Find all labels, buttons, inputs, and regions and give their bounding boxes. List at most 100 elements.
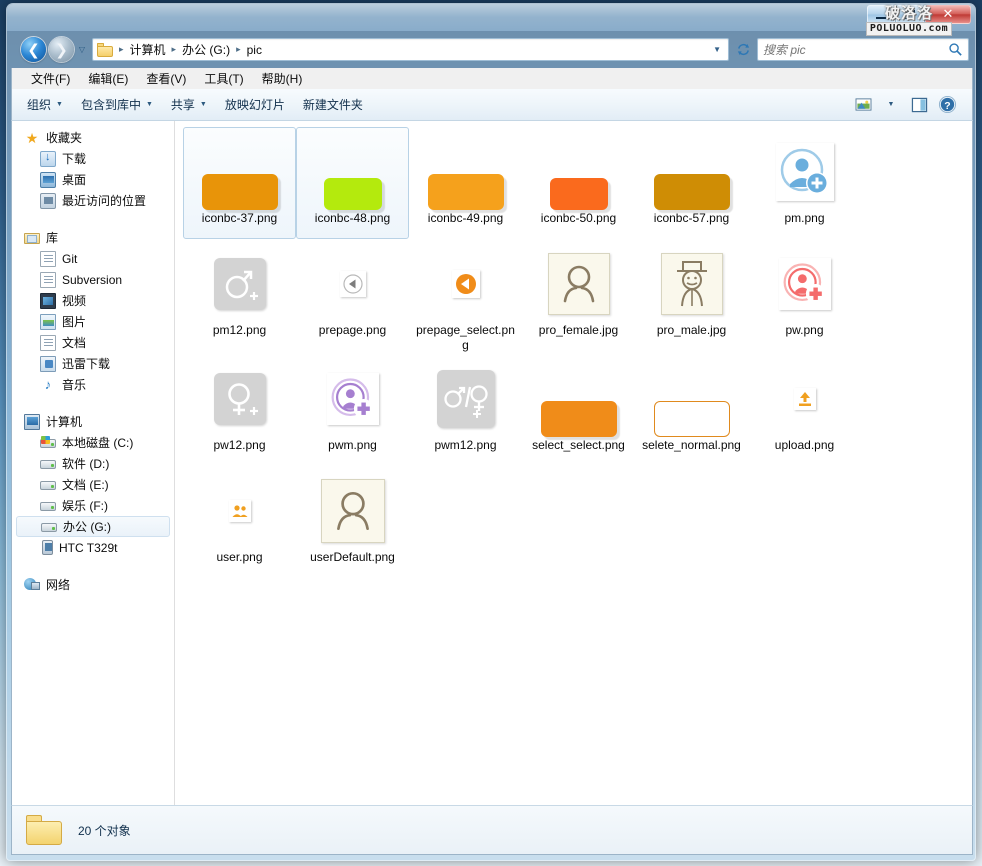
- menu-item-file[interactable]: 文件(F): [22, 68, 79, 89]
- sidebar-label: 视频: [62, 292, 86, 309]
- address-dropdown-icon[interactable]: ▼: [706, 45, 728, 54]
- file-name: pwm.png: [300, 438, 405, 453]
- sidebar-label: 库: [46, 229, 58, 246]
- sidebar-item-thunder-download[interactable]: 迅雷下载: [12, 353, 174, 374]
- sidebar-item-pictures[interactable]: 图片: [12, 311, 174, 332]
- breadcrumb-item-pic[interactable]: pic: [244, 43, 265, 57]
- menu-item-help[interactable]: 帮助(H): [253, 68, 312, 89]
- file-item[interactable]: userDefault.png: [296, 466, 409, 578]
- male-portrait-art: [661, 253, 723, 315]
- file-item[interactable]: iconbc-48.png: [296, 127, 409, 239]
- recent-pages-button[interactable]: ▽: [74, 40, 90, 60]
- file-item[interactable]: iconbc-37.png: [183, 127, 296, 239]
- sidebar-item-git[interactable]: Git: [12, 248, 174, 269]
- file-thumbnail: [644, 361, 740, 437]
- view-options-dropdown[interactable]: ▼: [878, 93, 904, 117]
- sidebar-item-subversion[interactable]: Subversion: [12, 269, 174, 290]
- sidebar-item-libraries[interactable]: 库: [12, 227, 174, 248]
- refresh-button[interactable]: [731, 38, 755, 61]
- chevron-down-icon: ▼: [200, 101, 207, 108]
- file-thumbnail: [531, 361, 627, 437]
- star-icon: ★: [24, 130, 40, 146]
- status-bar: 20 个对象: [11, 805, 973, 855]
- toolbar-include-in-library[interactable]: 包含到库中 ▼: [72, 92, 162, 117]
- system-drive-icon: [40, 435, 56, 451]
- title-bar: ✕: [7, 4, 975, 31]
- search-box[interactable]: [757, 38, 969, 61]
- toolbar-share[interactable]: 共享 ▼: [162, 92, 216, 117]
- chevron-down-icon: ▽: [79, 45, 85, 54]
- file-item[interactable]: iconbc-57.png: [635, 127, 748, 239]
- navigation-pane[interactable]: ★ 收藏夹 下载 桌面 最近访问的位置: [12, 121, 175, 805]
- outline-bar-art: [654, 401, 730, 437]
- file-item[interactable]: upload.png: [748, 354, 861, 466]
- sidebar-item-drive-f[interactable]: 娱乐 (F:): [12, 495, 174, 516]
- sidebar-label: 图片: [62, 313, 86, 330]
- forward-button[interactable]: ❯: [49, 37, 74, 62]
- chevron-down-icon: ▼: [146, 101, 153, 108]
- sidebar-item-recent-places[interactable]: 最近访问的位置: [12, 190, 174, 211]
- thunder-download-icon: [40, 356, 56, 372]
- file-item[interactable]: pw.png: [748, 239, 861, 354]
- preview-pane-button[interactable]: [906, 93, 932, 117]
- back-button[interactable]: ❮: [21, 37, 46, 62]
- close-icon: ✕: [943, 8, 954, 21]
- sidebar-item-music[interactable]: ♪ 音乐: [12, 374, 174, 395]
- toolbar-slideshow[interactable]: 放映幻灯片: [216, 92, 294, 117]
- navigation-bar: ❮ ❯ ▽ ▸ 计算机 ▸ 办公 (G:) ▸ pic ▼: [11, 31, 973, 68]
- sidebar-item-drive-d[interactable]: 软件 (D:): [12, 453, 174, 474]
- file-list-pane[interactable]: iconbc-37.png iconbc-48.png iconbc-49.pn…: [175, 121, 972, 805]
- file-item[interactable]: select_select.png: [522, 354, 635, 466]
- file-item[interactable]: pro_male.jpg: [635, 239, 748, 354]
- maximize-button[interactable]: [896, 5, 924, 24]
- sidebar-item-favorites[interactable]: ★ 收藏夹: [12, 127, 174, 148]
- menu-item-tools[interactable]: 工具(T): [195, 68, 252, 89]
- sidebar-item-drive-e[interactable]: 文档 (E:): [12, 474, 174, 495]
- file-item[interactable]: user.png: [183, 466, 296, 578]
- file-item[interactable]: pwm12.png: [409, 354, 522, 466]
- file-item[interactable]: pro_female.jpg: [522, 239, 635, 354]
- file-item[interactable]: prepage_select.png: [409, 239, 522, 354]
- breadcrumb-item-drive[interactable]: 办公 (G:): [179, 41, 233, 58]
- person-add-purple-art: [327, 373, 379, 425]
- video-icon: [40, 293, 56, 309]
- menu-item-edit[interactable]: 编辑(E): [79, 68, 137, 89]
- folder-icon: [26, 815, 62, 845]
- sidebar-item-desktop[interactable]: 桌面: [12, 169, 174, 190]
- file-name: select_select.png: [526, 438, 631, 453]
- sidebar-item-htc-phone[interactable]: HTC T329t: [12, 537, 174, 558]
- address-bar[interactable]: ▸ 计算机 ▸ 办公 (G:) ▸ pic ▼: [92, 38, 729, 61]
- file-item[interactable]: pm12.png: [183, 239, 296, 354]
- sidebar-item-downloads[interactable]: 下载: [12, 148, 174, 169]
- sidebar-label: 文档: [62, 334, 86, 351]
- file-item[interactable]: iconbc-49.png: [409, 127, 522, 239]
- file-item[interactable]: prepage.png: [296, 239, 409, 354]
- file-item[interactable]: iconbc-50.png: [522, 127, 635, 239]
- sidebar-item-computer[interactable]: 计算机: [12, 411, 174, 432]
- sidebar-item-videos[interactable]: 视频: [12, 290, 174, 311]
- file-thumbnail: [644, 246, 740, 322]
- sidebar-label: 迅雷下载: [62, 355, 110, 372]
- breadcrumb-item-computer[interactable]: 计算机: [127, 41, 169, 58]
- close-button[interactable]: ✕: [925, 5, 971, 24]
- sidebar-item-drive-c[interactable]: 本地磁盘 (C:): [12, 432, 174, 453]
- file-name: pro_male.jpg: [639, 323, 744, 338]
- file-item[interactable]: pwm.png: [296, 354, 409, 466]
- search-input[interactable]: [763, 43, 948, 57]
- sidebar-item-documents[interactable]: 文档: [12, 332, 174, 353]
- menu-item-view[interactable]: 查看(V): [137, 68, 195, 89]
- file-thumbnail: [757, 134, 853, 210]
- toolbar-new-folder[interactable]: 新建文件夹: [294, 92, 372, 117]
- file-item[interactable]: pm.png: [748, 127, 861, 239]
- sidebar-item-network[interactable]: 网络: [12, 574, 174, 595]
- minimize-button[interactable]: [867, 5, 895, 24]
- window-controls: ✕: [867, 5, 971, 24]
- help-button[interactable]: ?: [934, 93, 960, 117]
- file-item[interactable]: pw12.png: [183, 354, 296, 466]
- desktop-icon: [40, 172, 56, 188]
- view-options-button[interactable]: [850, 93, 876, 117]
- toolbar-organize[interactable]: 组织 ▼: [18, 92, 72, 117]
- file-item[interactable]: selete_normal.png: [635, 354, 748, 466]
- sidebar-item-drive-g[interactable]: 办公 (G:): [16, 516, 170, 537]
- nav-group-computer: 计算机 本地磁盘 (C:) 软件 (D:) 文档 (E:) 娱乐 (F:): [12, 411, 174, 558]
